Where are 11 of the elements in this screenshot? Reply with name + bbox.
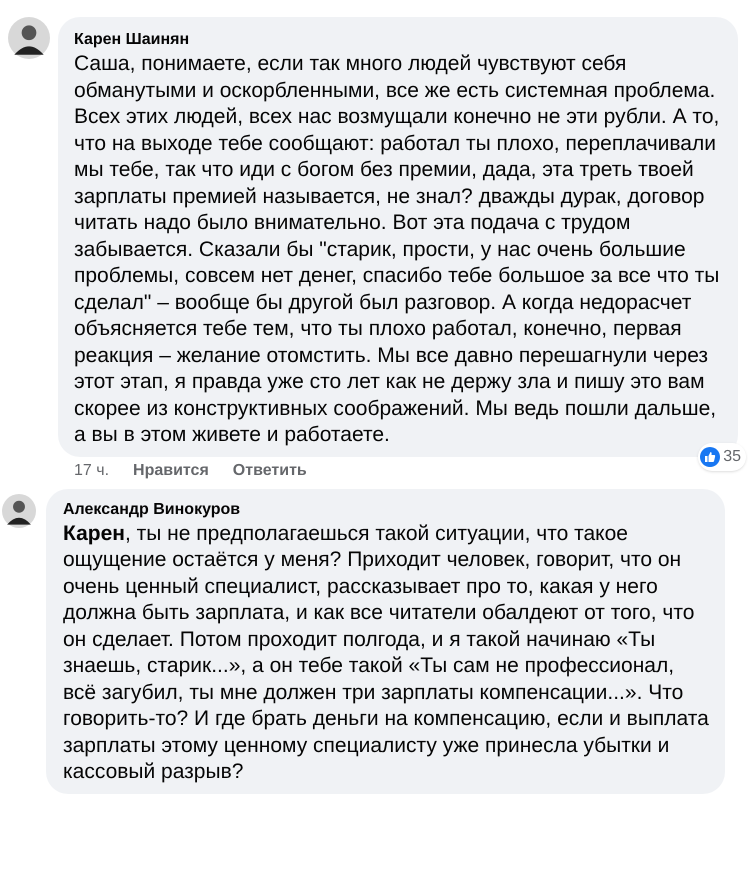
thumbs-up-icon (700, 446, 720, 466)
reply-link[interactable]: Ответить (232, 458, 307, 482)
reaction-count: 35 (723, 446, 741, 466)
avatar-icon[interactable] (2, 494, 36, 528)
avatar-icon[interactable] (8, 17, 50, 59)
reactions-badge[interactable]: 35 (698, 442, 746, 470)
comment-text: Карен, ты не предполагаешься такой ситуации, что такое ощущение остаётся у меня? Приходит человек, говорит, что он очень ценный специалист, рассказывает про то, какая у него должна быть зарплата, и как все читатели обалдеют от того, что он сделает. Потом проходит полгода, и я такой начинаю «Ты знаешь, старик...», а он тебе такой «Ты сам не профессионал, всё загубил, ты мне должен три зарплаты компенсации...». Что говорить-то? И где брать деньги на компенсацию, если и выплата зарплаты этому ценному специалисту уже принесла убытки и кассовый разрыв? (63, 520, 710, 785)
comment-time[interactable]: 17 ч. (74, 458, 110, 482)
author-name[interactable]: Александр Винокуров (63, 498, 711, 520)
author-name[interactable]: Карен Шаинян (74, 29, 724, 51)
like-link[interactable]: Нравится (133, 458, 209, 482)
